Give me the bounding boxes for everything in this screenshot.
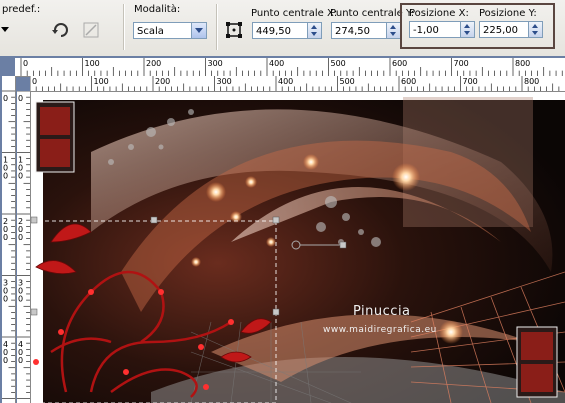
ruler-top-inner-tick-label: 100 [94, 77, 109, 86]
ruler-left-outer-tick-label: 0 [3, 233, 8, 242]
ruler-left-outer-tick-label: 0 [3, 356, 8, 365]
pos-x-field[interactable]: -1,00 [409, 21, 461, 38]
ruler-top-outer-tick-label: 800 [515, 59, 530, 68]
ruler-top-outer-tick-label: 200 [146, 59, 161, 68]
ruler-top-inner-tick-label: 300 [217, 77, 232, 86]
chevron-down-icon [1, 27, 9, 32]
ruler-top-inner-tick-label: 0 [32, 77, 37, 86]
watermark-title: Pinuccia [353, 304, 411, 319]
center-y-spin-icon[interactable] [387, 22, 401, 39]
center-x-label: Punto centrale X: [251, 8, 338, 19]
ruler-top-outer-tick-label: 400 [269, 59, 284, 68]
deform-icon [226, 22, 242, 38]
ruler-top-outer-tick-label: 500 [331, 59, 346, 68]
preset-label: predef.: [2, 4, 41, 15]
center-y-field[interactable]: 274,50 [331, 22, 387, 39]
artwork [31, 92, 565, 403]
dropdown-icon[interactable] [191, 22, 207, 39]
watermark-url: www.maidiregrafica.eu [323, 325, 437, 335]
ruler-top-inner: 0 100 200 300 400 500 600 700 800 [30, 76, 565, 92]
ruler-left-inner-tick-label: 0 [18, 172, 23, 181]
ruler-top-outer: 0 100 200 300 400 500 600 700 800 [15, 58, 565, 77]
clear-button[interactable] [80, 19, 102, 41]
ruler-top-outer-tick-label: 600 [392, 59, 407, 68]
ruler-top-outer-tick-label: 0 [23, 59, 28, 68]
deform-button[interactable] [223, 19, 245, 41]
mode-select[interactable]: Scala [133, 22, 193, 39]
ruler-top-outer-tick-label: 300 [208, 59, 223, 68]
pos-y-field[interactable]: 225,00 [479, 21, 529, 38]
pos-y-label: Posizione Y: [479, 8, 537, 19]
preset-dropdown[interactable] [0, 18, 36, 40]
ruler-left-inner-tick-label: 0 [18, 295, 23, 304]
ruler-left-inner: 0100200300400 [17, 91, 31, 403]
pos-x-label: Posizione X: [409, 8, 469, 19]
ruler-left-inner-tick-label: 0 [18, 356, 23, 365]
ruler-top-inner-tick-label: 600 [401, 77, 416, 86]
pos-x-spin-icon[interactable] [461, 21, 475, 38]
reset-button[interactable] [50, 19, 72, 41]
ruler-left-outer-tick-label: 0 [3, 295, 8, 304]
ruler-top-inner-tick-label: 700 [463, 77, 478, 86]
ruler-top-outer-tick-label: 700 [454, 59, 469, 68]
ruler-left-outer: 0100200300400 [2, 76, 16, 403]
image-canvas[interactable]: Pinuccia www.maidiregrafica.eu [31, 92, 565, 403]
center-x-spin-icon[interactable] [308, 22, 322, 39]
ruler-left-outer-tick-label: 0 [3, 172, 8, 181]
ruler-left-outer-tick-label: 0 [3, 94, 8, 103]
ruler-left-inner-tick-label: 0 [18, 233, 23, 242]
pos-y-spin-icon[interactable] [529, 21, 543, 38]
ruler-top-outer-tick-label: 100 [85, 59, 100, 68]
ruler-left-inner-tick-label: 0 [18, 94, 23, 103]
clear-icon [83, 22, 99, 38]
ruler-top-inner-tick-label: 200 [155, 77, 170, 86]
ruler-top-inner-tick-label: 500 [340, 77, 355, 86]
tool-options-toolbar: predef.: Modalità: Scala Punto centrale … [0, 0, 565, 57]
center-x-field[interactable]: 449,50 [252, 22, 308, 39]
reset-icon [52, 23, 68, 37]
ruler-top-inner-tick-label: 400 [278, 77, 293, 86]
mode-label: Modalità: [134, 4, 181, 15]
ruler-top-inner-tick-label: 800 [524, 77, 539, 86]
